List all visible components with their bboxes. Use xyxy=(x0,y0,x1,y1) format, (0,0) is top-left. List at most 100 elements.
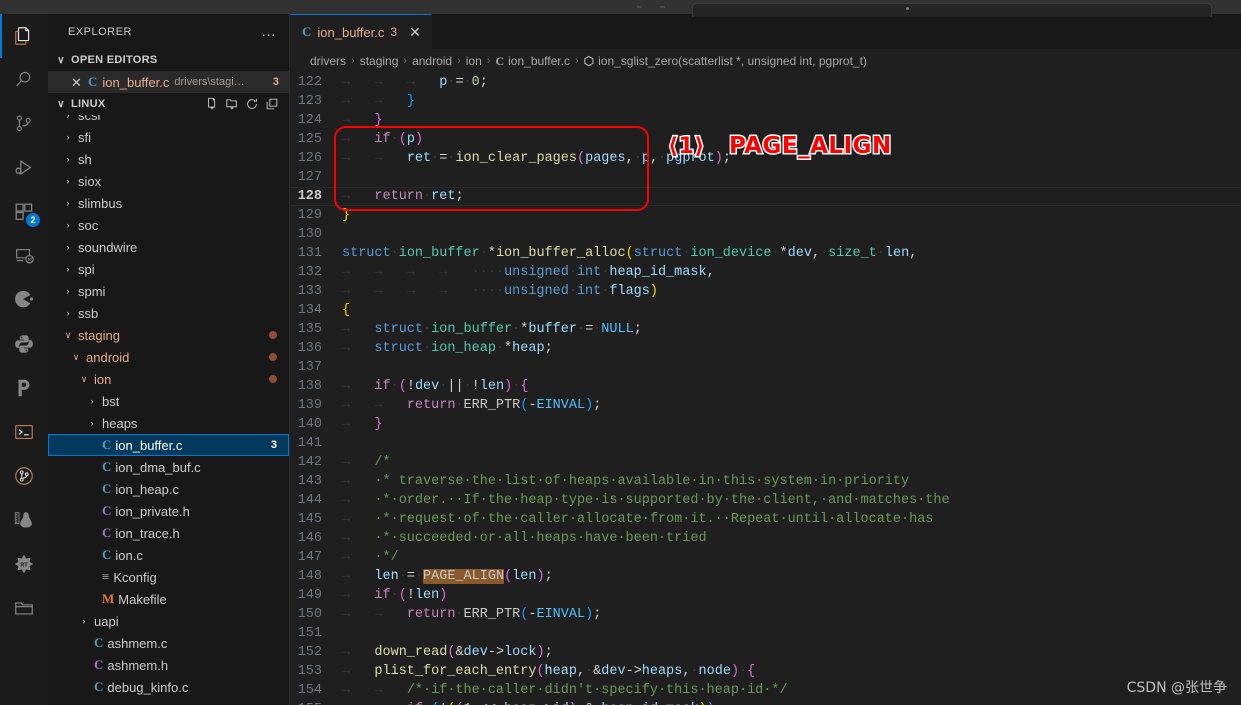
activity-source-control[interactable] xyxy=(0,102,48,146)
tree-folder-siox[interactable]: › siox xyxy=(48,170,289,192)
code-line[interactable]: 131 struct·ion_buffer·*ion_buffer_alloc(s… xyxy=(290,244,1241,263)
tree-folder-ion[interactable]: ∨ ion xyxy=(48,368,289,390)
tree-file-ion_heap.c[interactable]: ›Cion_heap.c xyxy=(48,478,289,500)
breadcrumb-segment[interactable]: android xyxy=(412,54,452,68)
code-text: struct·ion_buffer·*ion_buffer_alloc(stru… xyxy=(342,246,1241,261)
tree-file-debug_kinfo.c[interactable]: ›Cdebug_kinfo.c xyxy=(48,676,289,698)
tree-folder-heaps[interactable]: › heaps xyxy=(48,412,289,434)
code-line[interactable]: 136 → struct·ion_heap·*heap; xyxy=(290,339,1241,358)
code-token: struct xyxy=(342,246,391,261)
code-line[interactable]: 122 → → → p·=·0; xyxy=(290,73,1241,92)
tree-file-ion_trace.h[interactable]: ›Cion_trace.h xyxy=(48,522,289,544)
tree-file-ion_dma_buf.c[interactable]: ›Cion_dma_buf.c xyxy=(48,456,289,478)
activity-pac-man[interactable] xyxy=(0,278,48,322)
tree-folder-spmi[interactable]: › spmi xyxy=(48,280,289,302)
activity-gitlens[interactable] xyxy=(0,454,48,498)
code-line[interactable]: 155→ → if·(!((1·<<·heap->id)·&·heap_id_m… xyxy=(290,700,1241,705)
activity-linux-kernel[interactable] xyxy=(0,498,48,542)
code-line[interactable]: 143 → ·* traverse·the·list·of·heaps·avail… xyxy=(290,472,1241,491)
code-line[interactable]: 127 xyxy=(290,168,1241,187)
code-editor[interactable]: 122 → → → p·=·0; 123 → → } 124 → } 125 → if·(p)… xyxy=(290,73,1241,705)
activity-terminal[interactable] xyxy=(0,410,48,454)
code-line[interactable]: 132 → → → → ····unsigned·int·heap_id_mask… xyxy=(290,263,1241,282)
command-center[interactable] xyxy=(692,3,1212,17)
code-line[interactable]: 154 → → /*·if·the·caller·didn't·specify·t… xyxy=(290,681,1241,700)
code-line[interactable]: 150 → → return·ERR_PTR(-EINVAL); xyxy=(290,605,1241,624)
code-line[interactable]: 130 xyxy=(290,225,1241,244)
tab-ion-buffer-c[interactable]: C ion_buffer.c 3 ✕ xyxy=(290,14,432,49)
code-line[interactable]: 145 → ·*·request·of·the·caller·allocate·f… xyxy=(290,510,1241,529)
close-icon[interactable]: ✕ xyxy=(409,25,421,39)
activity-platformio[interactable] xyxy=(0,366,48,410)
tree-folder-android[interactable]: ∨ android xyxy=(48,346,289,368)
code-line[interactable]: 141 xyxy=(290,434,1241,453)
code-line[interactable]: 152 → down_read(&dev->lock); xyxy=(290,643,1241,662)
open-editor-item[interactable]: ✕ C ion_buffer.c drivers\stagi… 3 xyxy=(48,71,289,93)
code-text: → → → → ····unsigned·int·flags) xyxy=(342,284,1241,299)
activity-search[interactable] xyxy=(0,58,48,102)
activity-remote-explorer[interactable] xyxy=(0,234,48,278)
tree-folder-soundwire[interactable]: › soundwire xyxy=(48,236,289,258)
tree-file-Makefile[interactable]: ›MMakefile xyxy=(48,588,289,610)
breadcrumb-segment[interactable]: ion xyxy=(466,54,482,68)
tree-file-ion_buffer.c[interactable]: ›Cion_buffer.c3 xyxy=(48,434,289,456)
code-line[interactable]: 148 → len·=·PAGE_ALIGN(len); xyxy=(290,567,1241,586)
workspace-header[interactable]: ∨ LINUX xyxy=(48,93,289,115)
code-line[interactable]: 124 → } xyxy=(290,111,1241,130)
code-line[interactable]: 137 xyxy=(290,358,1241,377)
collapse-all-icon[interactable] xyxy=(265,97,279,111)
code-line[interactable]: 128 → return·ret; xyxy=(290,187,1241,206)
tree-folder-sh[interactable]: › sh xyxy=(48,148,289,170)
tree-folder-uapi[interactable]: › uapi xyxy=(48,610,289,632)
code-line[interactable]: 133 → → → → ····unsigned·int·flags) xyxy=(290,282,1241,301)
open-editors-header[interactable]: ∨ OPEN EDITORS xyxy=(48,49,289,71)
code-line[interactable]: 153 → plist_for_each_entry(heap,·&dev->he… xyxy=(290,662,1241,681)
code-line[interactable]: 140 → } xyxy=(290,415,1241,434)
explorer-more-actions-icon[interactable]: … xyxy=(261,23,281,40)
breadcrumb-segment[interactable]: staging xyxy=(360,54,399,68)
refresh-icon[interactable] xyxy=(245,97,259,111)
code-line[interactable]: 123 → → } xyxy=(290,92,1241,111)
activity-python[interactable] xyxy=(0,322,48,366)
code-token: /* xyxy=(374,455,391,470)
tree-file-ashmem.c[interactable]: ›Cashmem.c xyxy=(48,632,289,654)
tree-file-ion.c[interactable]: ›Cion.c xyxy=(48,544,289,566)
tree-folder-sfi[interactable]: › sfi xyxy=(48,126,289,148)
tree-file-Kconfig[interactable]: ›≡Kconfig xyxy=(48,566,289,588)
new-folder-icon[interactable] xyxy=(225,97,239,111)
code-line[interactable]: 139 → → return·ERR_PTR(-EINVAL); xyxy=(290,396,1241,415)
tree-folder-slimbus[interactable]: › slimbus xyxy=(48,192,289,214)
tree-folder-spi[interactable]: › spi xyxy=(48,258,289,280)
activity-explorer[interactable] xyxy=(0,14,48,58)
tree-file-ion_private.h[interactable]: ›Cion_private.h xyxy=(48,500,289,522)
code-line[interactable]: 142 → /* xyxy=(290,453,1241,472)
breadcrumb-segment[interactable]: drivers xyxy=(310,54,346,68)
activity-rtos[interactable]: RT xyxy=(0,542,48,586)
tree-item-label: ion_heap.c xyxy=(115,481,180,497)
tree-folder-scsi[interactable]: › scsi xyxy=(48,115,289,126)
code-line[interactable]: 147 → ·*/ xyxy=(290,548,1241,567)
code-line[interactable]: 138 → if·(!dev·||·!len)·{ xyxy=(290,377,1241,396)
tree-folder-soc[interactable]: › soc xyxy=(48,214,289,236)
code-token: len xyxy=(884,246,910,261)
breadcrumb-segment[interactable]: ion_buffer.c xyxy=(508,54,570,68)
tree-folder-staging[interactable]: ∨ staging xyxy=(48,324,289,346)
code-line[interactable]: 151 xyxy=(290,624,1241,643)
code-line[interactable]: 146 → ·*·succeeded·or·all·heaps·have·been… xyxy=(290,529,1241,548)
new-file-icon[interactable] xyxy=(205,97,219,111)
activity-extensions[interactable]: 2 xyxy=(0,190,48,234)
tree-folder-ssb[interactable]: › ssb xyxy=(48,302,289,324)
code-line[interactable]: 149 → if·(!len) xyxy=(290,586,1241,605)
breadcrumb-segment[interactable]: ion_sglist_zero(scatterlist *, unsigned … xyxy=(598,54,867,68)
code-token: · xyxy=(658,151,667,166)
code-line[interactable]: 144 → ·*·order.··If·the·heap·type·is·supp… xyxy=(290,491,1241,510)
code-line[interactable]: 134 { xyxy=(290,301,1241,320)
activity-open-folder[interactable] xyxy=(0,586,48,630)
tree-file-ashmem.h[interactable]: ›Cashmem.h xyxy=(48,654,289,676)
code-token: ) xyxy=(439,588,448,603)
close-icon[interactable]: ✕ xyxy=(70,76,83,89)
tree-folder-bst[interactable]: › bst xyxy=(48,390,289,412)
activity-run-and-debug[interactable] xyxy=(0,146,48,190)
code-line[interactable]: 135 → struct·ion_buffer·*buffer·=·NULL; xyxy=(290,320,1241,339)
code-line[interactable]: 129} xyxy=(290,206,1241,225)
